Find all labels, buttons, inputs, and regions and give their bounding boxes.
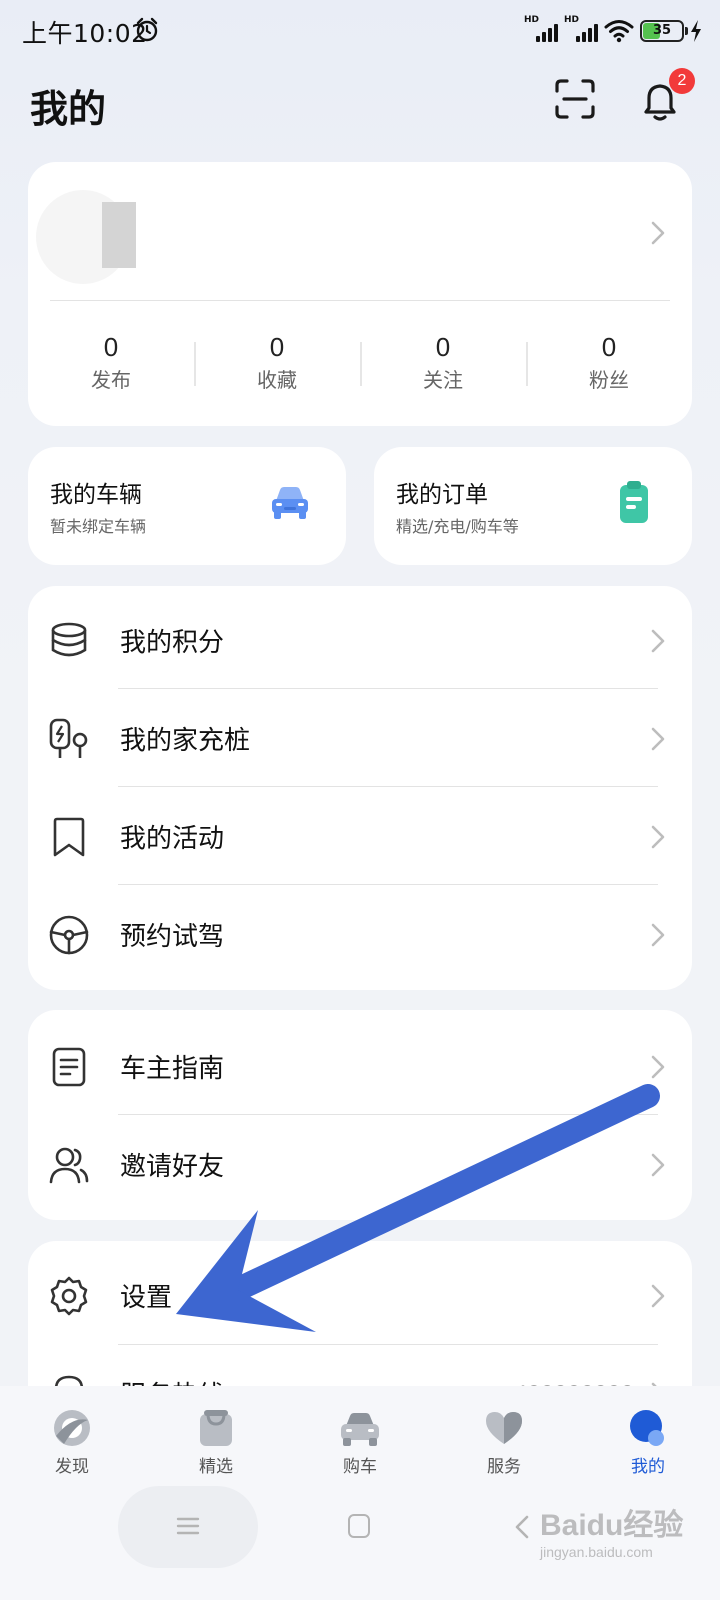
- orders-card-subtitle: 精选/充电/购车等: [396, 517, 519, 536]
- steering-wheel-icon: [49, 915, 89, 955]
- menu-item-settings[interactable]: 设置: [28, 1247, 692, 1345]
- username-redacted: [102, 202, 136, 268]
- chevron-right-icon: [651, 1284, 665, 1308]
- heart-icon: [486, 1412, 522, 1444]
- profile-card[interactable]: 0 发布 0 收藏 0 关注 0 粉丝: [28, 162, 692, 426]
- stat-favorites[interactable]: 0 收藏: [194, 330, 360, 400]
- menu-item-label: 预约试驾: [120, 922, 225, 952]
- stat-value: 0: [269, 332, 285, 362]
- tab-label: 购车: [343, 1457, 377, 1477]
- notification-badge: 2: [669, 68, 695, 94]
- points-stack-icon: [51, 622, 87, 657]
- charging-icon: [691, 20, 701, 42]
- cell-signal-icon: HD: [524, 15, 558, 44]
- document-icon: [52, 1047, 86, 1087]
- tab-service[interactable]: 服务: [432, 1386, 576, 1486]
- stat-followers[interactable]: 0 粉丝: [526, 330, 692, 400]
- vehicle-card-subtitle: 暂未绑定车辆: [50, 517, 147, 536]
- status-time: 上午10:02: [22, 19, 148, 48]
- wifi-icon: [604, 20, 634, 43]
- divider: [118, 688, 658, 689]
- battery-icon: 35: [640, 20, 688, 42]
- tab-mine[interactable]: 我的: [576, 1386, 720, 1486]
- menu-item-label: 设置: [120, 1283, 173, 1313]
- chevron-right-icon: [651, 1055, 665, 1079]
- tab-buy-car[interactable]: 购车: [288, 1386, 432, 1486]
- tab-featured[interactable]: 精选: [144, 1386, 288, 1486]
- divider: [118, 884, 658, 885]
- cell-signal-icon: HD: [564, 15, 598, 44]
- tab-label: 发现: [55, 1457, 89, 1477]
- chevron-right-icon: [651, 221, 665, 245]
- orders-card-title: 我的订单: [396, 482, 488, 508]
- tab-label: 我的: [631, 1457, 665, 1477]
- tab-label: 服务: [487, 1457, 521, 1477]
- chevron-right-icon: [651, 629, 665, 653]
- stat-posts[interactable]: 0 发布: [28, 330, 194, 400]
- chevron-right-icon: [651, 1153, 665, 1177]
- car-icon: [341, 1413, 379, 1446]
- menu-icon[interactable]: [176, 1516, 200, 1536]
- tab-label: 精选: [199, 1457, 233, 1477]
- stat-label: 发布: [91, 368, 131, 392]
- profile-stats: 0 发布 0 收藏 0 关注 0 粉丝: [28, 330, 692, 400]
- watermark-url: jingyan.baidu.com: [540, 1544, 653, 1560]
- menu-item-label: 邀请好友: [120, 1152, 225, 1182]
- stat-label: 关注: [423, 368, 463, 392]
- stat-following[interactable]: 0 关注: [360, 330, 526, 400]
- status-bar: 上午10:02 HD HD 35: [0, 0, 720, 62]
- chevron-right-icon: [651, 727, 665, 751]
- users-icon: [49, 1147, 89, 1184]
- menu-item-activities[interactable]: 我的活动: [28, 788, 692, 886]
- home-icon[interactable]: [348, 1514, 370, 1538]
- divider: [118, 786, 658, 787]
- home-charger-icon: [49, 718, 88, 758]
- menu-item-invite-friends[interactable]: 邀请好友: [28, 1116, 692, 1214]
- menu-item-label: 车主指南: [120, 1054, 225, 1084]
- menu-item-label: 我的活动: [120, 824, 225, 854]
- chevron-right-icon: [651, 825, 665, 849]
- gear-icon: [50, 1276, 88, 1316]
- stat-value: 0: [435, 332, 451, 362]
- stat-value: 0: [601, 332, 617, 362]
- status-icons: HD HD 35: [524, 15, 702, 46]
- menu-item-label: 我的积分: [120, 628, 225, 658]
- order-icon: [620, 481, 648, 523]
- profile-icon: [630, 1410, 664, 1446]
- my-vehicle-card[interactable]: 我的车辆 暂未绑定车辆: [28, 447, 346, 565]
- bottom-tab-bar: 发现 精选 购车 服务 我的: [0, 1386, 720, 1486]
- menu-item-owner-guide[interactable]: 车主指南: [28, 1018, 692, 1116]
- watermark: Baidu经验 jingyan.baidu.com: [540, 1500, 715, 1590]
- divider: [50, 300, 670, 301]
- back-icon[interactable]: [512, 1514, 532, 1540]
- divider: [118, 1114, 658, 1115]
- stat-value: 0: [103, 332, 119, 362]
- my-orders-card[interactable]: 我的订单 精选/充电/购车等: [374, 447, 692, 565]
- stat-label: 粉丝: [589, 368, 629, 392]
- menu-item-label: 我的家充桩: [120, 726, 251, 756]
- menu-item-points[interactable]: 我的积分: [28, 592, 692, 690]
- discover-icon: [54, 1410, 90, 1446]
- battery-level: 35: [652, 23, 672, 38]
- car-icon: [272, 487, 308, 519]
- scan-icon[interactable]: [554, 78, 596, 120]
- menu-group-help: 车主指南 邀请好友: [28, 1010, 692, 1220]
- page-title: 我的: [30, 87, 107, 131]
- bookmark-icon: [53, 817, 85, 857]
- menu-item-home-charger[interactable]: 我的家充桩: [28, 690, 692, 788]
- menu-item-test-drive[interactable]: 预约试驾: [28, 886, 692, 984]
- alarm-icon: [136, 17, 158, 42]
- tab-discover[interactable]: 发现: [0, 1386, 144, 1486]
- shopping-bag-icon: [200, 1410, 232, 1446]
- watermark-brand: Baidu经验: [540, 1509, 684, 1542]
- stat-label: 收藏: [257, 368, 297, 392]
- chevron-right-icon: [651, 923, 665, 947]
- vehicle-card-title: 我的车辆: [50, 482, 142, 508]
- menu-group-account: 我的积分 我的家充桩 我的活动 预约试驾: [28, 586, 692, 990]
